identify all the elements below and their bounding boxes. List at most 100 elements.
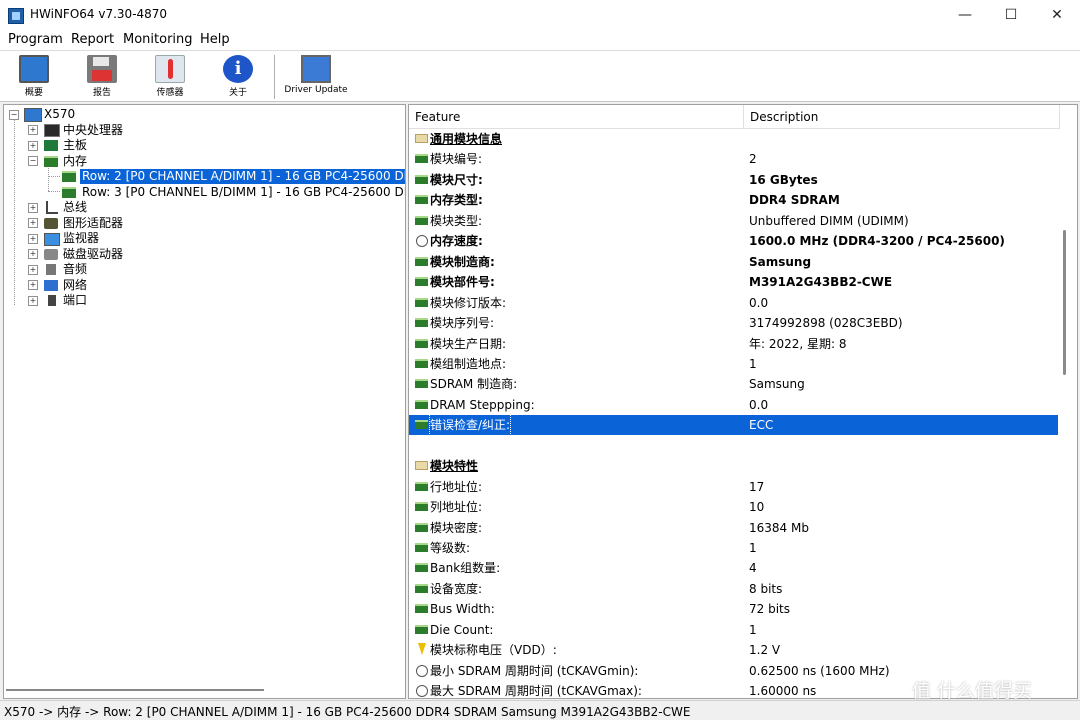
tree-item-memory[interactable]: 内存 <box>63 154 87 169</box>
section-header[interactable]: 通用模块信息 <box>409 129 1058 149</box>
property-row[interactable]: 设备宽度: 8 bits <box>409 579 1058 599</box>
vertical-scrollbar[interactable] <box>1058 130 1072 680</box>
feature-value: 16384 Mb <box>749 521 809 535</box>
feature-value: 年: 2022, 星期: 8 <box>749 337 847 351</box>
about-button[interactable]: i 关于 <box>208 54 268 100</box>
feature-label: 模块序列号: <box>430 316 495 330</box>
property-row[interactable]: 列地址位: 10 <box>409 497 1058 517</box>
computer-icon <box>24 108 42 122</box>
tree-expand-toggle[interactable]: + <box>28 280 38 290</box>
horizontal-scrollbar[interactable] <box>6 689 264 691</box>
maximize-button[interactable]: ☐ <box>988 0 1034 30</box>
property-row[interactable]: 模块生产日期: 年: 2022, 星期: 8 <box>409 334 1058 354</box>
property-row[interactable]: 模块标称电压（VDD）: 1.2 V <box>409 640 1058 660</box>
feature-value: Samsung <box>749 255 812 269</box>
ram-icon <box>415 154 428 163</box>
tree-item-monitor[interactable]: 监视器 <box>63 231 99 246</box>
status-path: X570 -> 内存 -> Row: 2 [P0 CHANNEL A/DIMM … <box>4 705 691 719</box>
thermometer-icon <box>155 55 185 83</box>
driver-update-icon <box>301 55 331 83</box>
feature-label: Die Count: <box>430 623 494 637</box>
property-row[interactable]: 模块类型: Unbuffered DIMM (UDIMM) <box>409 211 1058 231</box>
feature-value: 1.2 V <box>749 643 781 657</box>
sensors-label: 传感器 <box>156 88 184 98</box>
property-row[interactable]: Bus Width: 72 bits <box>409 599 1058 619</box>
sensors-button[interactable]: 传感器 <box>140 54 200 100</box>
tree-expand-toggle[interactable]: + <box>28 125 38 135</box>
menu-monitoring[interactable]: Monitoring <box>123 32 193 47</box>
property-row[interactable]: 模组制造地点: 1 <box>409 354 1058 374</box>
property-row[interactable]: DRAM Steppping: 0.0 <box>409 395 1058 415</box>
tree-item-cpu[interactable]: 中央处理器 <box>63 123 123 138</box>
tree-expand-toggle[interactable]: + <box>28 218 38 228</box>
property-row[interactable]: 等级数: 1 <box>409 538 1058 558</box>
folder-icon <box>415 461 428 470</box>
tree-item-memory-row-2[interactable]: Row: 2 [P0 CHANNEL A/DIMM 1] - 16 GB PC4… <box>80 169 405 184</box>
property-row[interactable]: 模块部件号: M391A2G43BB2-CWE <box>409 272 1058 292</box>
close-button[interactable]: ✕ <box>1034 0 1080 30</box>
tree-item-ports[interactable]: 端口 <box>63 293 87 308</box>
feature-value: 0.0 <box>749 296 769 310</box>
menu-report[interactable]: Report <box>71 32 114 47</box>
tree-collapse-toggle[interactable]: − <box>28 156 38 166</box>
feature-label: 模块尺寸: <box>430 173 483 187</box>
feature-value: Samsung <box>749 377 805 391</box>
property-row[interactable]: SDRAM 制造商: Samsung <box>409 374 1058 394</box>
column-header-description[interactable]: Description <box>744 105 1059 129</box>
tree-expand-toggle[interactable]: + <box>28 234 38 244</box>
summary-button[interactable]: 概要 <box>4 54 64 100</box>
property-row[interactable]: 内存类型: DDR4 SDRAM <box>409 190 1058 210</box>
tree-item-audio[interactable]: 音频 <box>63 262 87 277</box>
column-header-feature[interactable]: Feature <box>409 105 743 129</box>
tree-collapse-toggle[interactable]: − <box>9 110 19 120</box>
feature-label: 行地址位: <box>430 480 483 494</box>
feature-value: ECC <box>749 418 774 432</box>
tree-expand-toggle[interactable]: + <box>28 265 38 275</box>
column-divider[interactable] <box>1059 105 1060 129</box>
property-row[interactable]: 模块密度: 16384 Mb <box>409 518 1058 538</box>
report-button[interactable]: 报告 <box>72 54 132 100</box>
tree-guide <box>48 165 49 191</box>
minimize-button[interactable]: — <box>942 0 988 30</box>
app-icon <box>8 8 24 24</box>
memory-module-icon <box>62 171 76 182</box>
cpu-icon <box>44 124 60 137</box>
menu-help[interactable]: Help <box>200 32 230 47</box>
property-row[interactable]: Bank组数量: 4 <box>409 558 1058 578</box>
device-tree[interactable]: − X570 + 中央处理器 + 主板 − 内存 Row: 2 [P0 CHAN… <box>3 104 406 699</box>
floppy-disk-icon <box>87 55 117 83</box>
driver-update-button[interactable]: Driver Update <box>284 54 348 100</box>
property-row[interactable]: 模块尺寸: 16 GBytes <box>409 170 1058 190</box>
tree-root[interactable]: X570 <box>44 107 75 122</box>
tree-item-bus[interactable]: 总线 <box>63 200 87 215</box>
property-row[interactable]: 行地址位: 17 <box>409 477 1058 497</box>
feature-value: 1 <box>749 623 757 637</box>
feature-label: 模块标称电压（VDD）: <box>430 643 557 657</box>
tree-expand-toggle[interactable]: + <box>28 203 38 213</box>
property-row[interactable]: 错误检查/纠正: ECC <box>409 414 1058 436</box>
property-row[interactable]: 模块序列号: 3174992898 (028C3EBD) <box>409 313 1058 333</box>
feature-value: 1600.0 MHz (DDR4-3200 / PC4-25600) <box>749 234 1005 248</box>
section-header[interactable]: 模块特性 <box>409 456 1058 476</box>
property-row[interactable]: 内存速度: 1600.0 MHz (DDR4-3200 / PC4-25600) <box>409 231 1058 251</box>
tree-item-network[interactable]: 网络 <box>63 278 87 293</box>
feature-label: Bus Width: <box>430 602 495 616</box>
menu-program[interactable]: Program <box>8 32 63 47</box>
property-row[interactable]: 模块编号: 2 <box>409 149 1058 169</box>
tree-item-graphics[interactable]: 图形适配器 <box>63 216 123 231</box>
tree-guide <box>48 191 60 192</box>
property-row[interactable]: Die Count: 1 <box>409 620 1058 640</box>
tree-item-disk[interactable]: 磁盘驱动器 <box>63 247 123 262</box>
feature-label: 模块特性 <box>430 459 479 473</box>
display-icon <box>44 233 60 246</box>
tree-item-memory-row-3[interactable]: Row: 3 [P0 CHANNEL B/DIMM 1] - 16 GB PC4… <box>82 185 405 200</box>
tree-expand-toggle[interactable]: + <box>28 249 38 259</box>
tree-expand-toggle[interactable]: + <box>28 141 38 151</box>
property-row[interactable]: 模块修订版本: 0.0 <box>409 293 1058 313</box>
clock-icon <box>416 685 428 697</box>
property-row[interactable]: 模块制造商: Samsung <box>409 252 1058 272</box>
tree-expand-toggle[interactable]: + <box>28 296 38 306</box>
feature-label: 等级数: <box>430 541 471 555</box>
tree-item-motherboard[interactable]: 主板 <box>63 138 87 153</box>
scrollbar-thumb[interactable] <box>1063 230 1066 375</box>
